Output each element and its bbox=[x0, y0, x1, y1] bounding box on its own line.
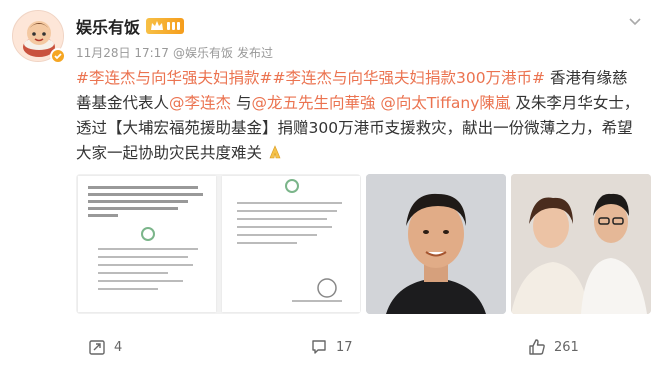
post-text: #李连杰与向华强夫妇捐款##李连杰与向华强夫妇捐款300万港币# 香港有缘慈善基… bbox=[76, 66, 640, 166]
vip-badge-icon[interactable] bbox=[146, 18, 185, 34]
comment-icon bbox=[312, 340, 326, 354]
document-image[interactable] bbox=[76, 174, 361, 314]
comment-button[interactable]: 17 bbox=[310, 338, 353, 356]
folded-hands-icon bbox=[269, 145, 281, 159]
thumbs-up-icon bbox=[529, 339, 545, 355]
verified-badge-icon bbox=[50, 48, 66, 64]
topic-link[interactable]: #李连杰与向华强夫妇捐款300万港币# bbox=[272, 69, 545, 87]
action-bar: 4 17 261 bbox=[0, 338, 660, 364]
repost-button[interactable]: 4 bbox=[88, 338, 122, 356]
post-source[interactable]: @娱乐有饭 bbox=[173, 44, 233, 61]
like-count: 261 bbox=[554, 339, 579, 355]
post-meta: 11月28日 17:17 @娱乐有饭 发布过 bbox=[76, 44, 273, 61]
mention-link[interactable]: @龙五先生向華強 bbox=[251, 94, 375, 112]
repost-icon bbox=[89, 340, 105, 355]
topic-link[interactable]: #李连杰与向华强夫妇捐款# bbox=[76, 69, 272, 87]
like-button[interactable]: 261 bbox=[528, 338, 579, 356]
post-time[interactable]: 11月28日 17:17 bbox=[76, 44, 169, 61]
mention-link[interactable]: @向太Tiffany陳嵐 bbox=[380, 94, 510, 112]
post-text-segment: 与 bbox=[231, 94, 252, 112]
post-images bbox=[76, 174, 651, 314]
post-published-label: 发布过 bbox=[236, 46, 273, 60]
couple-photo[interactable] bbox=[511, 174, 651, 314]
author-name[interactable]: 娱乐有饭 bbox=[76, 14, 140, 38]
weibo-post: 娱乐有饭 11月28日 17:17 @娱乐有饭 发布过 #李连杰与向华强夫妇捐款… bbox=[0, 0, 660, 373]
author-row: 娱乐有饭 bbox=[76, 14, 185, 38]
comment-count: 17 bbox=[336, 339, 353, 355]
document-page-2 bbox=[222, 176, 360, 312]
chevron-down-icon[interactable] bbox=[628, 14, 642, 28]
repost-count: 4 bbox=[114, 339, 123, 355]
mention-link[interactable]: @李连杰 bbox=[169, 94, 231, 112]
jet-li-photo[interactable] bbox=[366, 174, 506, 314]
document-page-1 bbox=[78, 176, 216, 312]
